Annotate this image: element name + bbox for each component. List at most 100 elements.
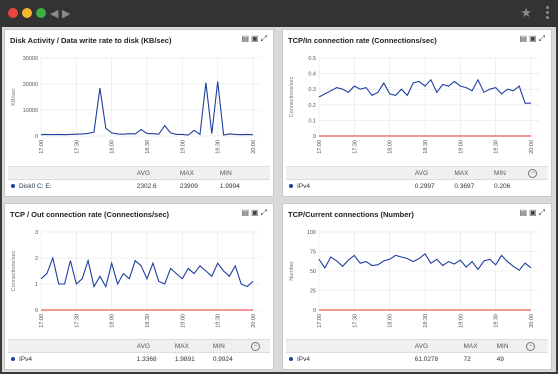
x-tick-label: 17:30 xyxy=(352,140,358,154)
x-tick-label: 17:30 xyxy=(352,314,358,328)
stats-header: AVG xyxy=(411,166,452,180)
panel-title: TCP / Out connection rate (Connections/s… xyxy=(10,210,170,219)
expand-icon[interactable]: ⤢ xyxy=(539,34,547,44)
dashboard: Disk Activity / Data write rate to disk … xyxy=(2,27,556,372)
chart-panel: TCP/In connection rate (Connections/sec)… xyxy=(282,29,552,197)
x-tick-label: 18:30 xyxy=(423,314,429,328)
forward-arrow-icon[interactable]: ▶ xyxy=(62,7,70,20)
stats-header: MAX xyxy=(171,339,210,353)
collapse-icon[interactable]: − xyxy=(528,168,538,178)
stat-avg: 61.0278 xyxy=(411,352,461,365)
y-tick-label: 0.4 xyxy=(308,72,316,78)
y-axis-label: Number xyxy=(289,261,295,281)
x-tick-label: 17:00 xyxy=(317,140,323,154)
x-tick-label: 17:00 xyxy=(317,314,323,328)
document-icon[interactable]: ▤ xyxy=(241,34,251,43)
y-tick-label: 0.1 xyxy=(308,118,316,124)
stats-header: MAX xyxy=(451,166,491,180)
x-tick-label: 20:00 xyxy=(529,140,535,154)
line-chart: Connections/sec 3 2 1 017:00 17:30 18:00 18:30 1… xyxy=(11,230,261,328)
stats-header: MAX xyxy=(460,339,494,353)
panel-toolbar: ▤▣⤢ xyxy=(519,34,547,44)
series-label: IPv4 xyxy=(297,355,311,363)
collapse-icon[interactable]: − xyxy=(526,341,536,351)
stat-avg: 0.2997 xyxy=(411,179,452,192)
stats-table: AVG MAX MIN − IPv4 1.3368 1.9891 0.9924 xyxy=(8,339,270,365)
x-tick-label: 19:00 xyxy=(458,314,464,328)
y-axis-label: Connections/sec xyxy=(11,250,17,291)
stats-row: IPv4 61.0278 72 49 xyxy=(286,352,548,365)
chart-panel: TCP/Current connections (Number) ▤▣⤢ Numbe… xyxy=(282,203,552,370)
x-tick-label: 17:30 xyxy=(74,314,80,328)
stat-min: 49 xyxy=(493,352,524,365)
x-tick-label: 19:00 xyxy=(180,314,186,328)
close-window-button[interactable] xyxy=(8,8,18,18)
export-icon[interactable]: ▣ xyxy=(251,34,261,43)
stats-table: AVG MAX MIN − IPv4 0.2997 0.3697 0.206 xyxy=(286,166,548,192)
expand-icon[interactable]: ⤢ xyxy=(261,208,269,218)
stat-min: 1.9994 xyxy=(216,179,260,192)
document-icon[interactable]: ▤ xyxy=(241,208,251,217)
x-tick-label: 17:30 xyxy=(74,140,80,154)
x-tick-label: 18:30 xyxy=(145,314,151,328)
panel-toolbar: ▤▣⤢ xyxy=(519,208,547,218)
panel-title: TCP/In connection rate (Connections/sec) xyxy=(288,36,437,45)
line-chart: Connections/sec 0.5 0.4 0.3 0.2 0.1 017:00 17:3… xyxy=(289,56,539,154)
kebab-menu-icon[interactable] xyxy=(545,4,550,22)
minimize-window-button[interactable] xyxy=(22,8,32,18)
series-label: IPv4 xyxy=(19,355,33,363)
x-tick-label: 18:00 xyxy=(110,140,116,154)
star-icon[interactable]: ★ xyxy=(520,5,532,21)
collapse-icon[interactable]: − xyxy=(250,341,260,351)
y-tick-label: 0.3 xyxy=(308,87,316,93)
stats-table: AVG MAX MIN Disk0 C: E: 2302.6 23909 1.9994 xyxy=(8,166,270,192)
export-icon[interactable]: ▣ xyxy=(529,34,539,43)
y-tick-label: 75 xyxy=(310,250,316,256)
stat-max: 23909 xyxy=(176,179,217,192)
series-marker-icon xyxy=(289,183,293,188)
series-marker-icon xyxy=(11,356,15,361)
stats-table: AVG MAX MIN − IPv4 61.0278 72 49 xyxy=(286,339,548,365)
chart-panel: Disk Activity / Data write rate to disk … xyxy=(4,29,274,197)
stats-row: IPv4 0.2997 0.3697 0.206 xyxy=(286,179,548,192)
y-tick-label: 0 xyxy=(35,308,38,314)
stats-header: AVG xyxy=(411,339,461,353)
y-tick-label: 10000 xyxy=(23,108,38,114)
y-tick-label: 25 xyxy=(310,289,316,295)
x-tick-label: 19:30 xyxy=(216,314,222,328)
export-icon[interactable]: ▣ xyxy=(529,208,539,217)
export-icon[interactable]: ▣ xyxy=(251,208,261,217)
stats-row: Disk0 C: E: 2302.6 23909 1.9994 xyxy=(8,179,270,192)
y-tick-label: 2 xyxy=(35,256,38,262)
stat-max: 0.3697 xyxy=(451,179,491,192)
y-tick-label: 3 xyxy=(35,230,38,236)
line-chart: KB/sec 30000 20000 10000 017:00 17:30 18:00 18:… xyxy=(11,56,261,154)
stat-min: 0.206 xyxy=(490,179,526,192)
y-tick-label: 0.2 xyxy=(308,103,316,109)
y-tick-label: 0 xyxy=(313,134,316,140)
series-marker-icon xyxy=(289,356,293,361)
y-tick-label: 0 xyxy=(313,308,316,314)
x-tick-label: 18:30 xyxy=(145,140,151,154)
maximize-window-button[interactable] xyxy=(36,8,46,18)
stats-row: IPv4 1.3368 1.9891 0.9924 xyxy=(8,352,270,365)
panel-title: TCP/Current connections (Number) xyxy=(288,210,414,219)
x-tick-label: 20:00 xyxy=(251,140,257,154)
panel-title: Disk Activity / Data write rate to disk … xyxy=(10,36,172,45)
stat-min: 0.9924 xyxy=(209,352,248,365)
x-tick-label: 19:00 xyxy=(180,140,186,154)
stats-header: MIN xyxy=(216,166,260,180)
x-tick-label: 17:00 xyxy=(39,314,45,328)
y-tick-label: 50 xyxy=(310,269,316,275)
back-arrow-icon[interactable]: ◀ xyxy=(50,7,58,20)
document-icon[interactable]: ▤ xyxy=(519,34,529,43)
x-tick-label: 18:00 xyxy=(388,314,394,328)
x-tick-label: 20:00 xyxy=(529,314,535,328)
y-tick-label: 1 xyxy=(35,282,38,288)
document-icon[interactable]: ▤ xyxy=(519,208,529,217)
series-marker-icon xyxy=(11,183,15,188)
expand-icon[interactable]: ⤢ xyxy=(261,34,269,44)
y-tick-label: 30000 xyxy=(23,56,38,62)
y-axis-label: KB/sec xyxy=(11,88,17,106)
expand-icon[interactable]: ⤢ xyxy=(539,208,547,218)
